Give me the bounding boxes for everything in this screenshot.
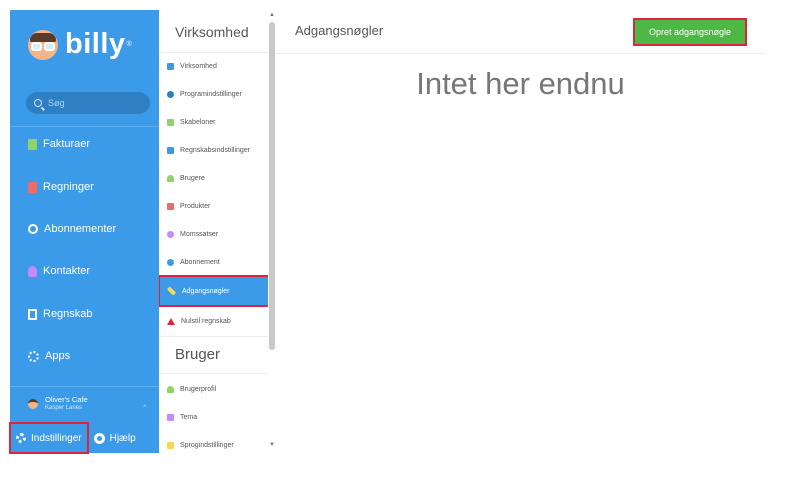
billy-logo[interactable]: billy ® (28, 28, 132, 61)
gear-icon (167, 90, 174, 98)
sidebar-item-label: Kontakter (43, 265, 91, 277)
settings-label: Indstillinger (31, 432, 82, 444)
company-icon (167, 62, 174, 70)
search-input[interactable] (48, 98, 138, 108)
settings-menu: Virksomhed Virksomhed Programindstilling… (159, 10, 275, 453)
sidebar-item-label: Apps (45, 350, 71, 362)
brand-registered-mark: ® (126, 41, 132, 48)
settings-item-label: Programindstillinger (180, 90, 242, 98)
search-box[interactable] (26, 92, 150, 114)
settings-item-sprogindstillinger[interactable]: Sprogindstillinger (159, 431, 269, 453)
settings-divider (159, 336, 269, 337)
chevron-up-icon[interactable]: ⌃ (142, 404, 148, 412)
settings-item-label: Sprogindstillinger (180, 441, 234, 449)
settings-item-brugerprofil[interactable]: Brugerprofil (159, 375, 269, 403)
page-header: Adgangsnøgler Opret adgangsnøgle (275, 10, 766, 54)
company-user: Kasper Lanes (45, 405, 83, 411)
help-button[interactable]: Hjælp (88, 423, 142, 453)
accounting-icon (28, 308, 37, 320)
bill-icon (28, 181, 37, 193)
settings-item-virksomhed[interactable]: Virksomhed (159, 52, 269, 80)
page-title: Adgangsnøgler (295, 23, 384, 38)
settings-item-label: Adgangsnøgler (182, 287, 230, 295)
sidebar-item-label: Regninger (43, 181, 94, 193)
settings-item-abonnement[interactable]: Abonnement (159, 248, 269, 276)
billy-mascot-icon (28, 29, 58, 60)
settings-item-regnskabsindstillinger[interactable]: Regnskabsindstillinger (159, 136, 269, 164)
settings-item-label: Regnskabsindstillinger (180, 146, 251, 154)
settings-item-tema[interactable]: Tema (159, 403, 269, 431)
products-icon (167, 202, 174, 210)
profile-icon (167, 385, 174, 393)
templates-icon (167, 118, 174, 126)
settings-item-nulstil-regnskab[interactable]: Nulstil regnskab (159, 307, 269, 335)
empty-state-message: Intet her endnu (416, 66, 625, 101)
settings-item-label: Momssatser (180, 230, 219, 238)
settings-item-adgangsnoegler[interactable]: Adgangsnøgler (159, 275, 270, 307)
sidebar-bottom-bar: Indstillinger Hjælp (9, 422, 159, 454)
sidebar-item-fakturaer[interactable]: Fakturaer (10, 123, 159, 165)
apps-icon (28, 350, 39, 362)
company-name: Oliver's Cafe (45, 395, 88, 404)
sidebar-item-regnskab[interactable]: Regnskab (10, 293, 159, 335)
settings-item-label: Nulstil regnskab (181, 317, 231, 325)
help-label: Hjælp (109, 432, 136, 444)
company-switcher[interactable]: Oliver's Cafe Kasper Lanes (28, 395, 88, 412)
app-window: billy ® Fakturaer Regninger Abonnementer… (0, 0, 809, 483)
main-content: Adgangsnøgler Opret adgangsnøgle Intet h… (275, 10, 766, 453)
vat-icon (167, 230, 174, 238)
settings-item-label: Virksomhed (180, 62, 217, 70)
settings-section-title: Bruger (175, 346, 221, 363)
main-sidebar: billy ® Fakturaer Regninger Abonnementer… (9, 10, 159, 454)
accounting-settings-icon (167, 146, 174, 154)
sidebar-divider (10, 386, 159, 387)
sidebar-item-kontakter[interactable]: Kontakter (10, 250, 159, 292)
settings-item-label: Brugere (180, 174, 205, 182)
search-icon (34, 99, 42, 107)
warning-icon (167, 317, 175, 325)
create-access-key-button[interactable]: Opret adgangsnøgle (633, 18, 747, 46)
sidebar-item-regninger[interactable]: Regninger (10, 166, 159, 208)
sidebar-item-label: Regnskab (43, 308, 93, 320)
settings-section-title: Virksomhed (175, 24, 249, 40)
settings-item-label: Brugerprofil (180, 385, 217, 393)
contacts-icon (28, 265, 37, 277)
settings-item-produkter[interactable]: Produkter (159, 192, 269, 220)
sidebar-item-label: Abonnementer (44, 223, 117, 235)
invoice-icon (28, 138, 37, 150)
sidebar-item-abonnementer[interactable]: Abonnementer (10, 208, 159, 250)
settings-item-brugere[interactable]: Brugere (159, 164, 269, 192)
settings-item-label: Tema (180, 413, 198, 421)
settings-item-label: Skabeloner (180, 118, 216, 126)
settings-item-label: Abonnement (180, 258, 220, 266)
settings-item-programindstillinger[interactable]: Programindstillinger (159, 80, 269, 108)
settings-item-skabeloner[interactable]: Skabeloner (159, 108, 269, 136)
gear-icon (16, 433, 26, 443)
key-icon (166, 286, 177, 296)
subscription-icon (167, 258, 174, 266)
language-icon (167, 441, 174, 449)
subscription-icon (28, 224, 38, 234)
settings-item-label: Produkter (180, 202, 211, 210)
sidebar-item-label: Fakturaer (43, 138, 91, 150)
theme-icon (167, 413, 174, 421)
settings-button[interactable]: Indstillinger (9, 422, 89, 454)
brand-name: billy (65, 28, 126, 60)
settings-divider (159, 373, 269, 374)
company-avatar (28, 398, 38, 409)
sidebar-item-apps[interactable]: Apps (10, 335, 159, 377)
users-icon (167, 174, 174, 182)
help-icon (93, 432, 105, 444)
settings-item-momssatser[interactable]: Momssatser (159, 220, 269, 248)
